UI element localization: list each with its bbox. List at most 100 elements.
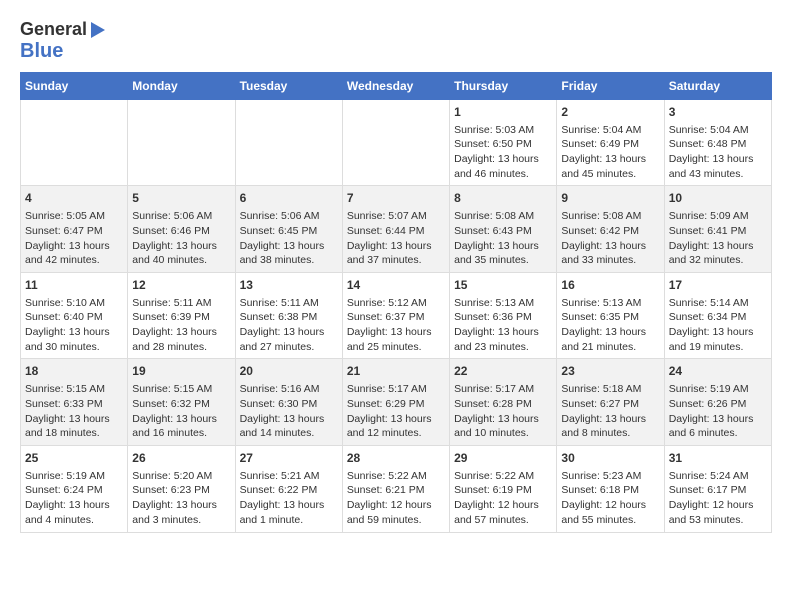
day-info: Sunrise: 5:14 AM Sunset: 6:34 PM Dayligh… <box>669 296 767 355</box>
day-info: Sunrise: 5:04 AM Sunset: 6:49 PM Dayligh… <box>561 123 659 182</box>
calendar-cell: 13 Sunrise: 5:11 AM Sunset: 6:38 PM Dayli… <box>235 272 342 359</box>
calendar-cell: 14Sunrise: 5:12 AM Sunset: 6:37 PM Dayli… <box>342 272 449 359</box>
calendar-cell: 19 Sunrise: 5:15 AM Sunset: 6:32 PM Dayli… <box>128 359 235 446</box>
calendar-cell: 8 Sunrise: 5:08 AM Sunset: 6:43 PM Daylig… <box>450 186 557 273</box>
day-number: 17 <box>669 277 767 294</box>
calendar-cell: 3 Sunrise: 5:04 AM Sunset: 6:48 PM Daylig… <box>664 99 771 186</box>
calendar-cell: 2 Sunrise: 5:04 AM Sunset: 6:49 PM Daylig… <box>557 99 664 186</box>
calendar-cell: 9 Sunrise: 5:08 AM Sunset: 6:42 PM Daylig… <box>557 186 664 273</box>
day-number: 19 <box>132 363 230 380</box>
day-info: Sunrise: 5:21 AM Sunset: 6:22 PM Dayligh… <box>240 469 338 528</box>
calendar-cell: 16Sunrise: 5:13 AM Sunset: 6:35 PM Dayli… <box>557 272 664 359</box>
header-thursday: Thursday <box>450 72 557 99</box>
calendar-cell: 18 Sunrise: 5:15 AM Sunset: 6:33 PM Dayli… <box>21 359 128 446</box>
header-tuesday: Tuesday <box>235 72 342 99</box>
calendar-cell: 11 Sunrise: 5:10 AM Sunset: 6:40 PM Dayli… <box>21 272 128 359</box>
day-number: 22 <box>454 363 552 380</box>
week-row-3: 11 Sunrise: 5:10 AM Sunset: 6:40 PM Dayli… <box>21 272 772 359</box>
week-row-1: 1 Sunrise: 5:03 AM Sunset: 6:50 PM Daylig… <box>21 99 772 186</box>
logo-text-blue: Blue <box>20 40 63 62</box>
calendar-cell: 24 Sunrise: 5:19 AM Sunset: 6:26 PM Dayli… <box>664 359 771 446</box>
day-info: Sunrise: 5:11 AM Sunset: 6:38 PM Dayligh… <box>240 296 338 355</box>
calendar-cell: 4 Sunrise: 5:05 AM Sunset: 6:47 PM Daylig… <box>21 186 128 273</box>
day-info: Sunrise: 5:24 AM Sunset: 6:17 PM Dayligh… <box>669 469 767 528</box>
logo-arrow-icon <box>91 22 105 38</box>
calendar-cell: 6 Sunrise: 5:06 AM Sunset: 6:45 PM Daylig… <box>235 186 342 273</box>
header-friday: Friday <box>557 72 664 99</box>
day-number: 5 <box>132 190 230 207</box>
day-number: 31 <box>669 450 767 467</box>
day-info: Sunrise: 5:22 AM Sunset: 6:19 PM Dayligh… <box>454 469 552 528</box>
calendar-cell: 15 Sunrise: 5:13 AM Sunset: 6:36 PM Dayli… <box>450 272 557 359</box>
day-number: 23 <box>561 363 659 380</box>
day-info: Sunrise: 5:10 AM Sunset: 6:40 PM Dayligh… <box>25 296 123 355</box>
day-number: 26 <box>132 450 230 467</box>
day-info: Sunrise: 5:16 AM Sunset: 6:30 PM Dayligh… <box>240 382 338 441</box>
day-number: 4 <box>25 190 123 207</box>
day-number: 11 <box>25 277 123 294</box>
calendar-cell: 30 Sunrise: 5:23 AM Sunset: 6:18 PM Dayli… <box>557 445 664 532</box>
day-number: 15 <box>454 277 552 294</box>
calendar-cell: 27 Sunrise: 5:21 AM Sunset: 6:22 PM Dayli… <box>235 445 342 532</box>
calendar-cell: 1 Sunrise: 5:03 AM Sunset: 6:50 PM Daylig… <box>450 99 557 186</box>
day-number: 20 <box>240 363 338 380</box>
calendar-cell: 23 Sunrise: 5:18 AM Sunset: 6:27 PM Dayli… <box>557 359 664 446</box>
calendar-cell: 5 Sunrise: 5:06 AM Sunset: 6:46 PM Daylig… <box>128 186 235 273</box>
day-info: Sunrise: 5:11 AM Sunset: 6:39 PM Dayligh… <box>132 296 230 355</box>
calendar-cell: 10 Sunrise: 5:09 AM Sunset: 6:41 PM Dayli… <box>664 186 771 273</box>
header-saturday: Saturday <box>664 72 771 99</box>
day-number: 10 <box>669 190 767 207</box>
day-number: 25 <box>25 450 123 467</box>
header-sunday: Sunday <box>21 72 128 99</box>
day-number: 24 <box>669 363 767 380</box>
day-number: 27 <box>240 450 338 467</box>
day-number: 30 <box>561 450 659 467</box>
calendar-cell: 21 Sunrise: 5:17 AM Sunset: 6:29 PM Dayli… <box>342 359 449 446</box>
day-info: Sunrise: 5:23 AM Sunset: 6:18 PM Dayligh… <box>561 469 659 528</box>
day-number: 7 <box>347 190 445 207</box>
calendar-cell: 22 Sunrise: 5:17 AM Sunset: 6:28 PM Dayli… <box>450 359 557 446</box>
day-info: Sunrise: 5:17 AM Sunset: 6:29 PM Dayligh… <box>347 382 445 441</box>
calendar-cell: 7Sunrise: 5:07 AM Sunset: 6:44 PM Daylig… <box>342 186 449 273</box>
week-row-4: 18 Sunrise: 5:15 AM Sunset: 6:33 PM Dayli… <box>21 359 772 446</box>
day-number: 6 <box>240 190 338 207</box>
day-number: 12 <box>132 277 230 294</box>
day-number: 3 <box>669 104 767 121</box>
calendar-cell: 31 Sunrise: 5:24 AM Sunset: 6:17 PM Dayli… <box>664 445 771 532</box>
calendar-cell: 28Sunrise: 5:22 AM Sunset: 6:21 PM Dayli… <box>342 445 449 532</box>
day-info: Sunrise: 5:15 AM Sunset: 6:33 PM Dayligh… <box>25 382 123 441</box>
day-info: Sunrise: 5:08 AM Sunset: 6:43 PM Dayligh… <box>454 209 552 268</box>
weekday-header-row: SundayMondayTuesdayWednesdayThursdayFrid… <box>21 72 772 99</box>
day-info: Sunrise: 5:06 AM Sunset: 6:45 PM Dayligh… <box>240 209 338 268</box>
day-info: Sunrise: 5:18 AM Sunset: 6:27 PM Dayligh… <box>561 382 659 441</box>
day-info: Sunrise: 5:17 AM Sunset: 6:28 PM Dayligh… <box>454 382 552 441</box>
calendar-cell: 25 Sunrise: 5:19 AM Sunset: 6:24 PM Dayli… <box>21 445 128 532</box>
day-info: Sunrise: 5:19 AM Sunset: 6:24 PM Dayligh… <box>25 469 123 528</box>
week-row-2: 4 Sunrise: 5:05 AM Sunset: 6:47 PM Daylig… <box>21 186 772 273</box>
day-info: Sunrise: 5:13 AM Sunset: 6:36 PM Dayligh… <box>454 296 552 355</box>
header-monday: Monday <box>128 72 235 99</box>
day-number: 13 <box>240 277 338 294</box>
day-info: Sunrise: 5:09 AM Sunset: 6:41 PM Dayligh… <box>669 209 767 268</box>
day-number: 18 <box>25 363 123 380</box>
day-number: 21 <box>347 363 445 380</box>
calendar-cell <box>128 99 235 186</box>
day-number: 2 <box>561 104 659 121</box>
day-info: Sunrise: 5:19 AM Sunset: 6:26 PM Dayligh… <box>669 382 767 441</box>
day-info: Sunrise: 5:04 AM Sunset: 6:48 PM Dayligh… <box>669 123 767 182</box>
day-number: 29 <box>454 450 552 467</box>
week-row-5: 25 Sunrise: 5:19 AM Sunset: 6:24 PM Dayli… <box>21 445 772 532</box>
day-number: 1 <box>454 104 552 121</box>
calendar-cell: 20 Sunrise: 5:16 AM Sunset: 6:30 PM Dayli… <box>235 359 342 446</box>
day-info: Sunrise: 5:03 AM Sunset: 6:50 PM Dayligh… <box>454 123 552 182</box>
day-number: 16 <box>561 277 659 294</box>
day-number: 9 <box>561 190 659 207</box>
calendar-cell: 26Sunrise: 5:20 AM Sunset: 6:23 PM Dayli… <box>128 445 235 532</box>
day-number: 8 <box>454 190 552 207</box>
day-info: Sunrise: 5:06 AM Sunset: 6:46 PM Dayligh… <box>132 209 230 268</box>
header-wednesday: Wednesday <box>342 72 449 99</box>
day-info: Sunrise: 5:05 AM Sunset: 6:47 PM Dayligh… <box>25 209 123 268</box>
day-info: Sunrise: 5:08 AM Sunset: 6:42 PM Dayligh… <box>561 209 659 268</box>
calendar-cell <box>342 99 449 186</box>
day-info: Sunrise: 5:15 AM Sunset: 6:32 PM Dayligh… <box>132 382 230 441</box>
